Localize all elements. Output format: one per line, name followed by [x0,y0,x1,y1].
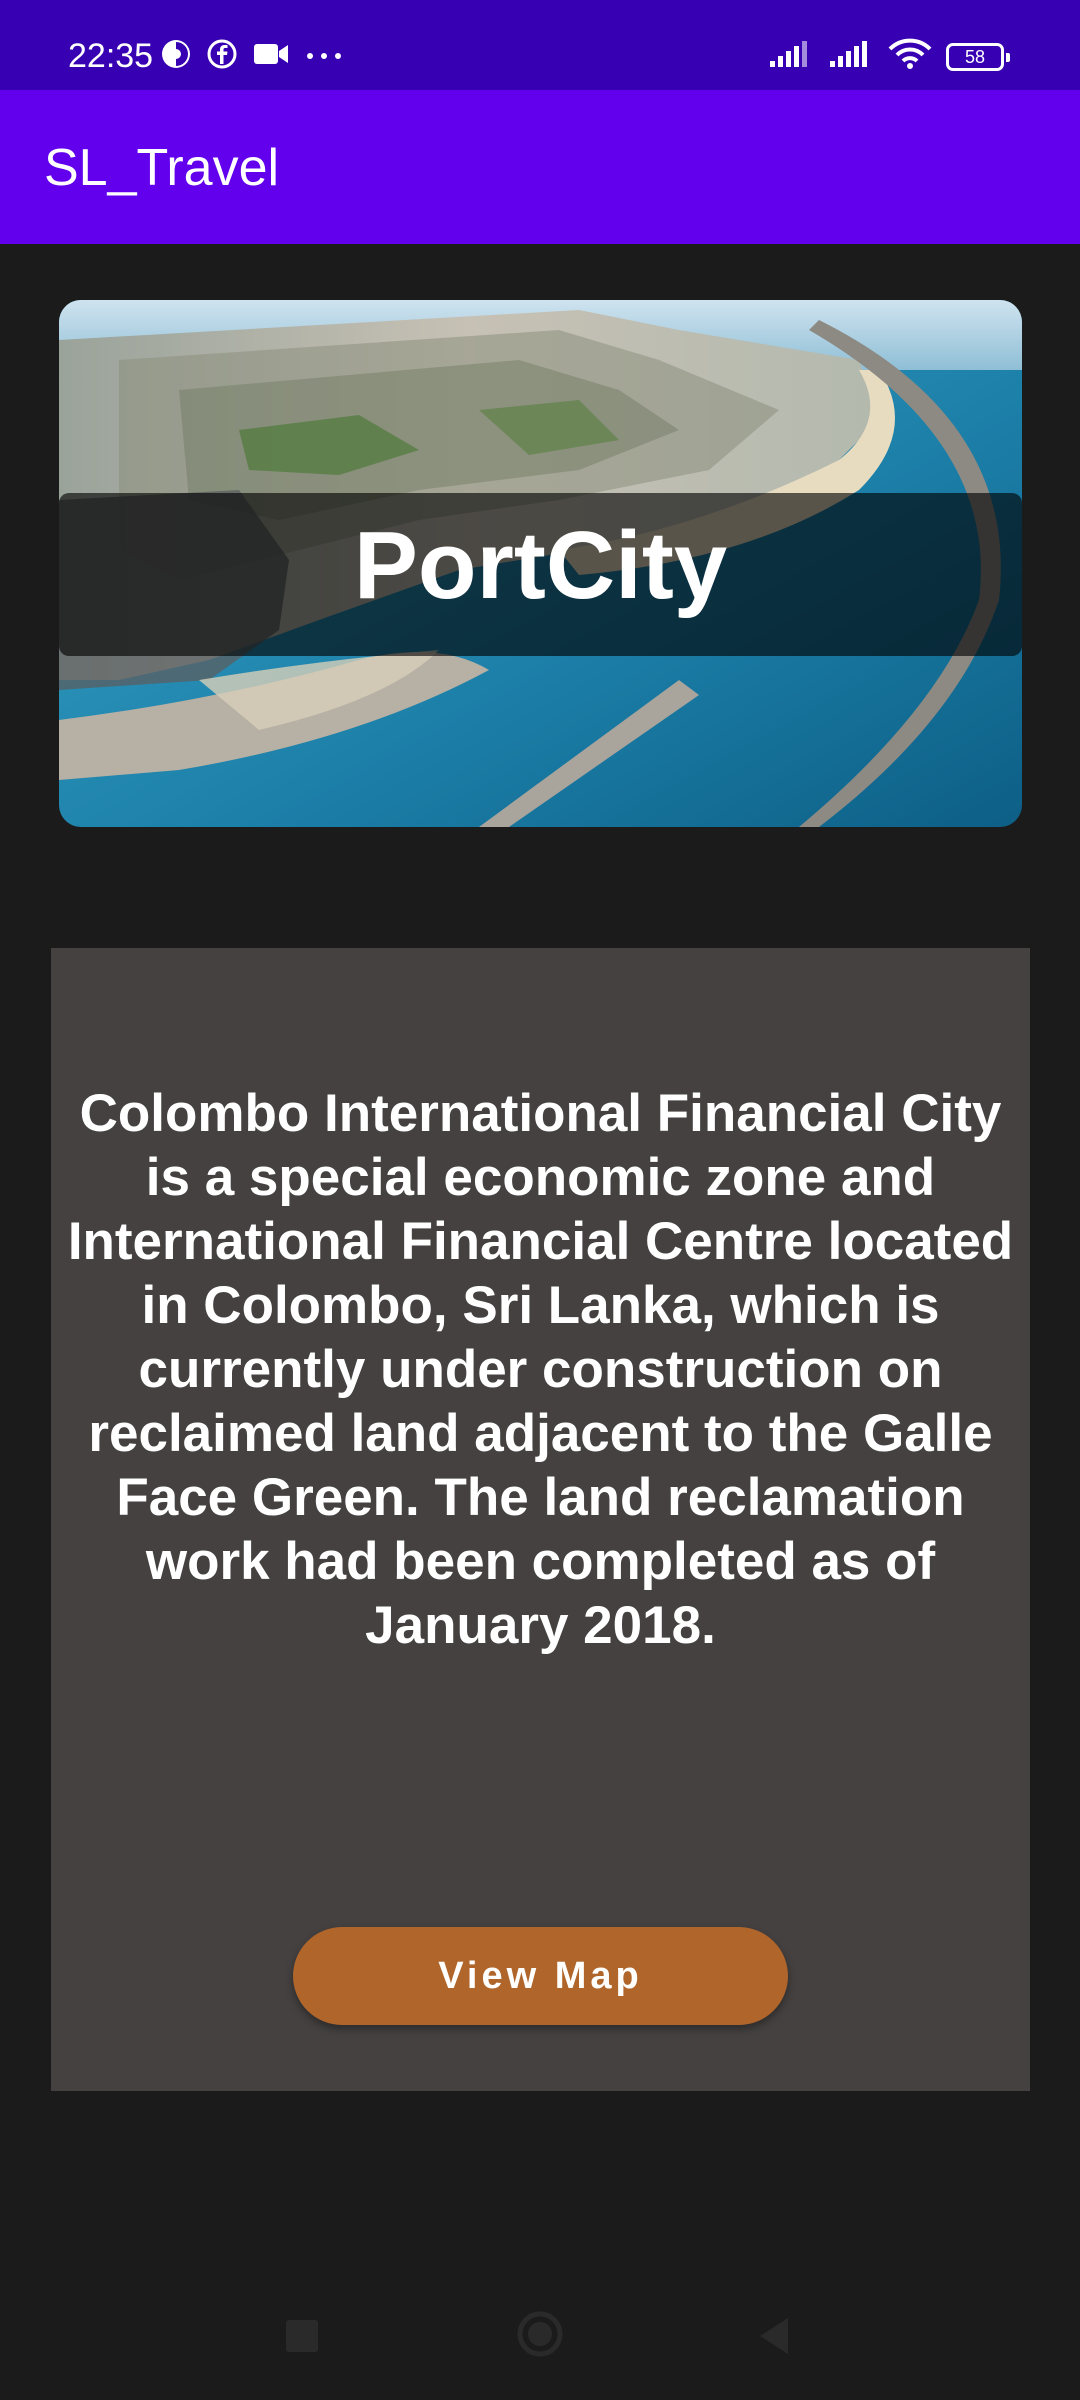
view-map-button[interactable]: View Map [293,1927,788,2025]
app-title: SL_Travel [44,139,280,197]
home-icon[interactable] [517,2311,563,2357]
status-left-icons [160,38,344,75]
wifi-icon [888,38,932,75]
back-icon[interactable] [756,2316,790,2356]
facebook-icon [206,38,238,75]
hero-title-band: PortCity [59,493,1022,656]
status-time: 22:35 [68,37,154,75]
hero-title: PortCity [353,512,728,619]
navigation-bar [0,2270,1080,2400]
app-bar: SL_Travel [0,90,1080,244]
signal-icon [768,39,814,74]
description-text: Colombo International Financial City is … [67,1084,1014,1655]
status-right-icons: 58 [768,38,1010,75]
hero-image-card: PortCity [59,300,1022,827]
more-dots-icon [304,48,344,66]
recent-apps-icon[interactable] [286,2320,318,2352]
data-saver-icon [160,38,192,75]
description-panel: Colombo International Financial City is … [51,948,1030,2091]
screen: 22:35 58 SL_Travel PortCity Colombo Inte… [0,0,1080,2400]
battery-icon: 58 [946,42,1010,71]
signal-icon [828,39,874,74]
status-bar: 22:35 58 [0,0,1080,90]
video-camera-icon [252,40,290,73]
